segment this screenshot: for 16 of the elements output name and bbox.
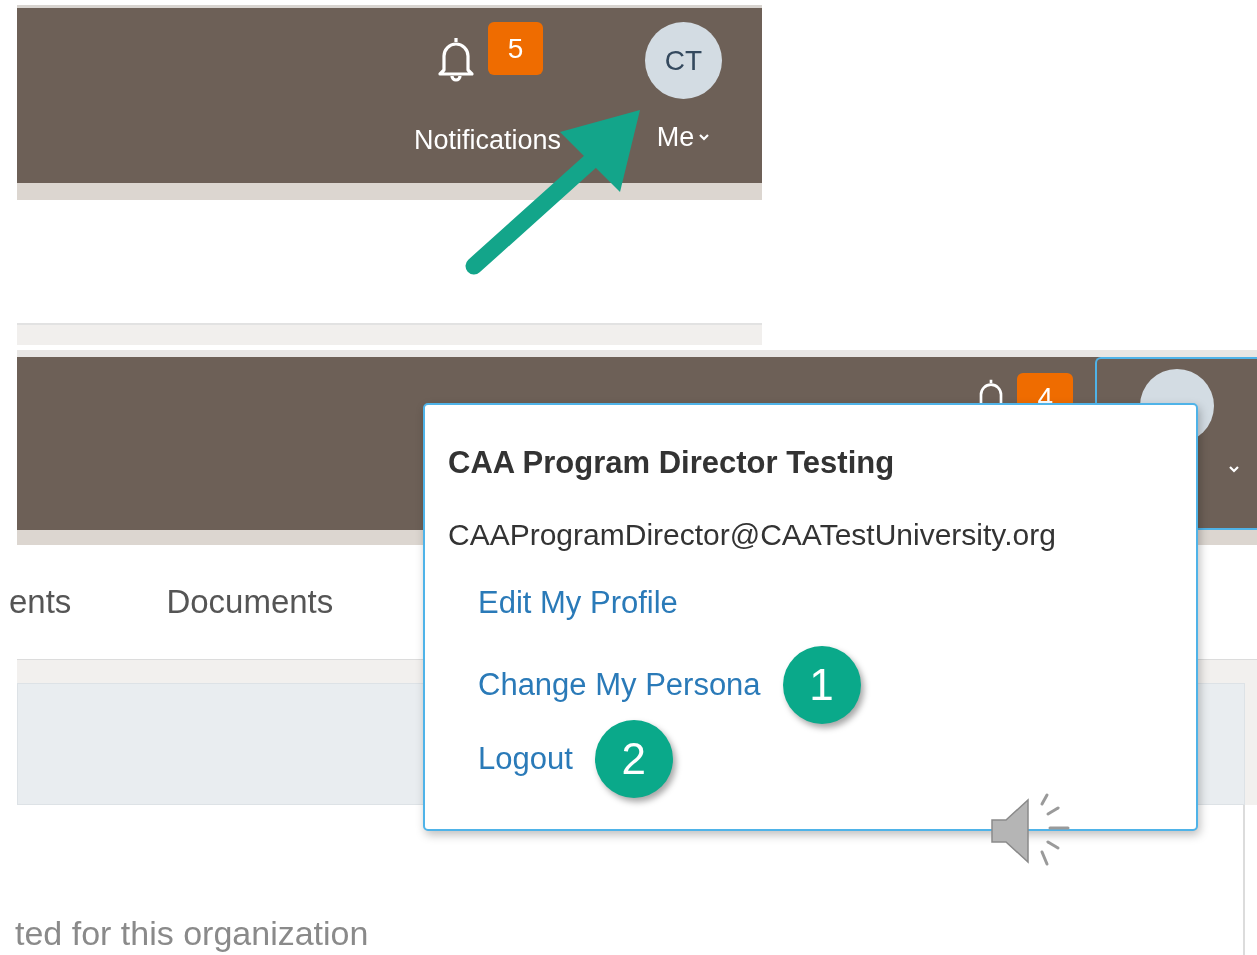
notifications-label[interactable]: Notifications: [413, 120, 561, 161]
notification-count: 5: [487, 22, 544, 75]
chevron-down-icon: [1228, 465, 1240, 473]
tab[interactable]: ents: [9, 577, 72, 627]
user-name: CAA Program Director Testing: [448, 444, 896, 482]
menu-link[interactable]: Change My Persona: [478, 661, 761, 709]
step-number-badge: 2: [594, 720, 673, 798]
body-text: ted for this organization: [15, 913, 369, 954]
tab[interactable]: Documents: [166, 577, 334, 627]
avatar[interactable]: CT: [645, 22, 722, 99]
menu-link[interactable]: Logout: [478, 735, 573, 783]
step-number-badge: 1: [782, 646, 861, 724]
menu-link[interactable]: Edit My Profile: [478, 579, 678, 627]
me-menu-label[interactable]: Me: [656, 117, 695, 158]
chevron-down-icon: [698, 133, 711, 142]
user-email: CAAProgramDirector@CAATestUniversity.org: [448, 517, 1057, 553]
